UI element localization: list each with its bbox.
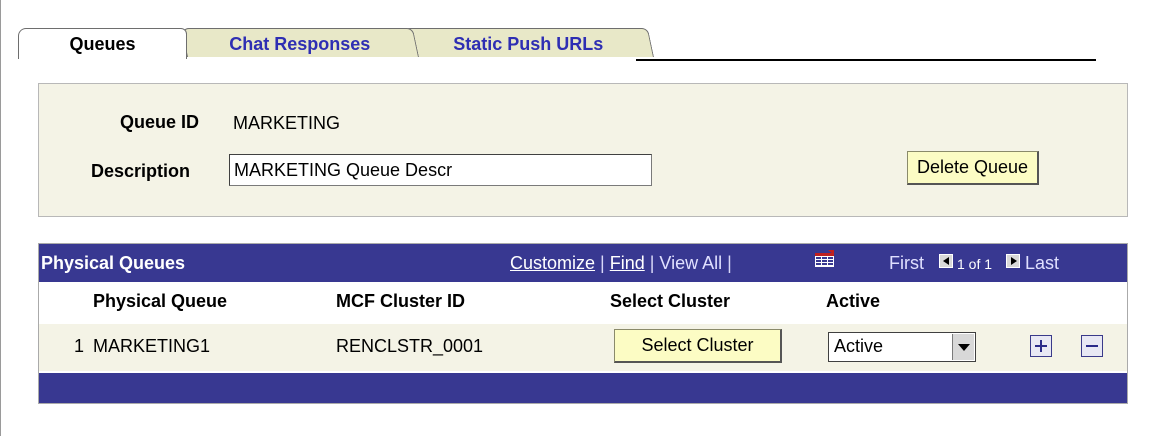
col-physical-queue: Physical Queue (93, 291, 228, 311)
description-label: Description (91, 161, 191, 181)
tab-underline (636, 59, 1096, 61)
page-left-border (0, 0, 1, 436)
tab-static-push-urls-label: Static Push URLs (453, 34, 604, 54)
queue-id-label: Queue ID (120, 112, 200, 132)
grid-footer-bar (39, 373, 1127, 403)
physical-queues-grid: Physical Queues Customize | Find | View … (38, 243, 1128, 404)
plus-icon-stem (1040, 340, 1042, 352)
description-field[interactable] (229, 154, 652, 186)
customize-link[interactable]: Customize (510, 253, 595, 273)
add-row-button[interactable] (1030, 335, 1052, 357)
physical-queue-value: MARKETING1 (93, 336, 211, 356)
grid-nav-links: Customize | Find | View All | (510, 253, 732, 273)
col-mcf-cluster-id: MCF Cluster ID (336, 291, 466, 311)
tab-static-push-urls[interactable]: Static Push URLs (401, 28, 654, 57)
tab-chat-responses[interactable]: Chat Responses (180, 28, 419, 57)
queue-id-value: MARKETING (233, 113, 341, 133)
col-select-cluster: Select Cluster (610, 291, 731, 311)
queue-header-panel: Queue ID MARKETING Description Delete Qu… (38, 83, 1128, 217)
grid-title: Physical Queues (41, 253, 186, 273)
active-status-value: Active (834, 336, 884, 356)
col-active: Active (826, 291, 881, 311)
last-label: Last (1025, 253, 1060, 273)
view-all-link[interactable]: View All (659, 253, 722, 273)
chevron-down-icon[interactable] (952, 334, 974, 360)
row-number: 1 (74, 336, 85, 356)
grid-header-bar: Physical Queues Customize | Find | View … (39, 244, 1127, 282)
delete-queue-button[interactable]: Delete Queue (907, 151, 1039, 185)
prev-arrow-icon[interactable] (939, 254, 953, 268)
minus-icon (1086, 345, 1098, 347)
first-label: First (889, 253, 924, 273)
tab-chat-responses-label: Chat Responses (229, 34, 371, 54)
delete-row-button[interactable] (1081, 335, 1103, 357)
mcf-cluster-id-value: RENCLSTR_0001 (336, 336, 484, 356)
tab-queues[interactable]: Queues (18, 28, 187, 59)
next-arrow-icon[interactable] (1006, 254, 1020, 268)
tab-queues-label: Queues (69, 34, 136, 54)
active-status-select[interactable]: Active (828, 332, 976, 362)
find-link[interactable]: Find (610, 253, 645, 273)
select-cluster-button[interactable]: Select Cluster (614, 329, 782, 363)
page-count: 1 of 1 (957, 256, 993, 272)
grid-icon[interactable] (815, 250, 834, 267)
